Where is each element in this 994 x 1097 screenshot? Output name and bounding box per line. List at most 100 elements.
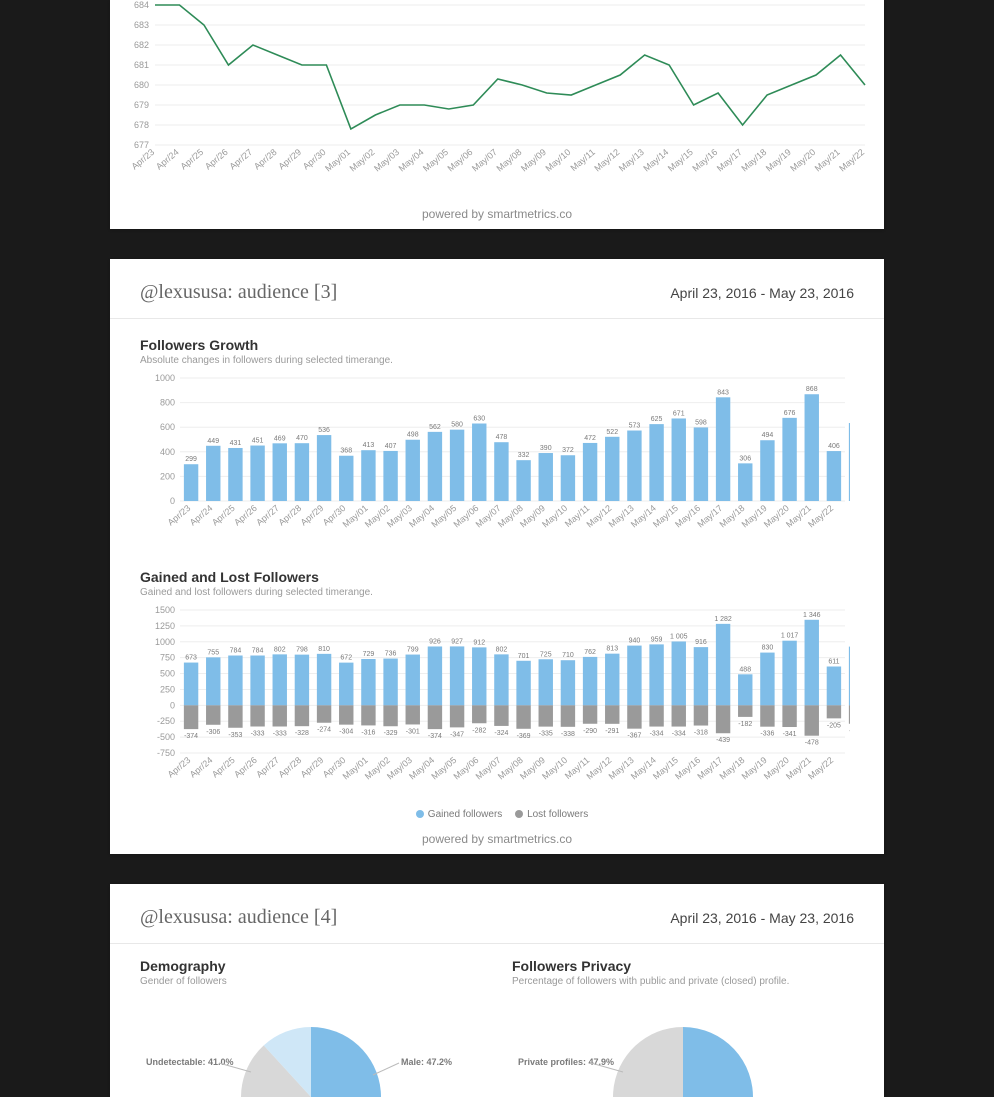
svg-text:-374: -374 xyxy=(428,733,442,740)
svg-text:680: 680 xyxy=(134,80,149,90)
svg-text:843: 843 xyxy=(717,389,729,396)
svg-text:Apr/24: Apr/24 xyxy=(154,147,181,172)
svg-text:800: 800 xyxy=(160,398,175,408)
svg-text:1 005: 1 005 xyxy=(670,633,688,640)
svg-text:-250: -250 xyxy=(157,716,175,726)
svg-text:406: 406 xyxy=(828,443,840,450)
svg-text:Apr/26: Apr/26 xyxy=(232,503,259,528)
svg-text:Apr/26: Apr/26 xyxy=(232,755,259,780)
svg-text:-478: -478 xyxy=(805,740,819,747)
svg-text:470: 470 xyxy=(296,435,308,442)
svg-text:-333: -333 xyxy=(273,730,287,737)
svg-text:May/20: May/20 xyxy=(788,147,817,174)
svg-text:810: 810 xyxy=(318,646,330,653)
svg-text:Apr/27: Apr/27 xyxy=(254,755,281,780)
svg-text:250: 250 xyxy=(160,684,175,694)
svg-text:625: 625 xyxy=(651,416,663,423)
svg-text:472: 472 xyxy=(584,435,596,442)
svg-text:916: 916 xyxy=(695,639,707,646)
section-date-range: April 23, 2016 - May 23, 2016 xyxy=(670,910,854,926)
chart-title: Demography xyxy=(140,958,482,974)
svg-text:Apr/24: Apr/24 xyxy=(188,755,215,780)
svg-text:682: 682 xyxy=(134,40,149,50)
section-date-range: April 23, 2016 - May 23, 2016 xyxy=(670,285,854,301)
svg-text:Apr/23: Apr/23 xyxy=(166,755,193,780)
chart-subtitle: Gender of followers xyxy=(140,976,482,987)
svg-text:-341: -341 xyxy=(783,731,797,738)
svg-text:Apr/28: Apr/28 xyxy=(276,755,303,780)
svg-text:May/16: May/16 xyxy=(690,147,719,174)
svg-text:1000: 1000 xyxy=(155,373,175,383)
svg-text:May/09: May/09 xyxy=(519,147,548,174)
svg-text:Apr/25: Apr/25 xyxy=(178,147,205,172)
svg-text:451: 451 xyxy=(252,438,264,445)
svg-text:Apr/23: Apr/23 xyxy=(130,147,157,172)
svg-text:762: 762 xyxy=(584,649,596,656)
svg-text:-274: -274 xyxy=(317,727,331,734)
svg-text:-500: -500 xyxy=(157,732,175,742)
svg-text:1 017: 1 017 xyxy=(781,633,799,640)
followers-growth-block: Followers Growth Absolute changes in fol… xyxy=(110,319,884,551)
svg-text:611: 611 xyxy=(828,659,839,666)
svg-text:600: 600 xyxy=(160,422,175,432)
svg-text:-318: -318 xyxy=(694,730,708,737)
svg-text:0: 0 xyxy=(170,496,175,506)
svg-text:1000: 1000 xyxy=(155,637,175,647)
svg-text:498: 498 xyxy=(407,432,419,439)
svg-text:Apr/29: Apr/29 xyxy=(299,755,326,780)
privacy-block: Followers Privacy Percentage of follower… xyxy=(512,958,854,1097)
svg-text:-439: -439 xyxy=(716,737,730,744)
svg-text:926: 926 xyxy=(429,638,441,645)
svg-text:630: 630 xyxy=(473,416,485,423)
svg-text:494: 494 xyxy=(762,432,774,439)
svg-text:May/06: May/06 xyxy=(446,147,475,174)
svg-text:799: 799 xyxy=(407,647,419,654)
gained-lost-block: Gained and Lost Followers Gained and los… xyxy=(110,551,884,820)
chart-title: Gained and Lost Followers xyxy=(140,569,854,585)
svg-text:449: 449 xyxy=(207,438,219,445)
svg-text:May/07: May/07 xyxy=(470,147,499,174)
svg-text:755: 755 xyxy=(207,649,219,656)
svg-text:-306: -306 xyxy=(206,729,220,736)
svg-text:802: 802 xyxy=(274,646,286,653)
svg-text:-335: -335 xyxy=(539,731,553,738)
svg-text:May/15: May/15 xyxy=(666,147,695,174)
svg-text:0: 0 xyxy=(170,700,175,710)
svg-text:-369: -369 xyxy=(517,733,531,740)
svg-text:390: 390 xyxy=(540,445,552,452)
svg-text:1 282: 1 282 xyxy=(714,616,732,623)
svg-text:-316: -316 xyxy=(361,729,375,736)
svg-text:May/08: May/08 xyxy=(494,147,523,174)
card-line-chart: 677678679680681682683684Apr/23Apr/24Apr/… xyxy=(110,0,884,229)
svg-text:Apr/29: Apr/29 xyxy=(299,503,326,528)
svg-text:407: 407 xyxy=(385,443,397,450)
svg-text:488: 488 xyxy=(739,666,751,673)
svg-text:736: 736 xyxy=(385,651,397,658)
svg-text:-333: -333 xyxy=(251,730,265,737)
svg-text:-374: -374 xyxy=(184,733,198,740)
svg-text:522: 522 xyxy=(606,429,618,436)
svg-text:868: 868 xyxy=(806,386,818,393)
svg-text:-750: -750 xyxy=(157,748,175,758)
chart-legend: Gained followers Lost followers xyxy=(140,803,854,820)
section-title: @lexususa: audience [4] xyxy=(140,906,337,929)
svg-text:May/19: May/19 xyxy=(764,147,793,174)
svg-text:Male: 47.2%: Male: 47.2% xyxy=(401,1057,452,1067)
svg-text:May/22: May/22 xyxy=(806,503,835,530)
svg-text:798: 798 xyxy=(296,647,308,654)
svg-text:431: 431 xyxy=(230,440,242,447)
svg-text:372: 372 xyxy=(562,447,574,454)
svg-text:May/17: May/17 xyxy=(715,147,744,174)
svg-text:-329: -329 xyxy=(384,730,398,737)
legend-gained: Gained followers xyxy=(428,809,502,820)
svg-text:710: 710 xyxy=(562,652,574,659)
powered-by-label: powered by smartmetrics.co xyxy=(110,820,884,854)
chart-subtitle: Absolute changes in followers during sel… xyxy=(140,355,854,366)
svg-text:562: 562 xyxy=(429,424,441,431)
svg-text:573: 573 xyxy=(629,423,641,430)
svg-text:May/10: May/10 xyxy=(540,755,569,782)
svg-text:-347: -347 xyxy=(450,731,464,738)
svg-text:-205: -205 xyxy=(827,722,841,729)
svg-text:784: 784 xyxy=(252,648,264,655)
card-audience-4: @lexususa: audience [4] April 23, 2016 -… xyxy=(110,884,884,1097)
